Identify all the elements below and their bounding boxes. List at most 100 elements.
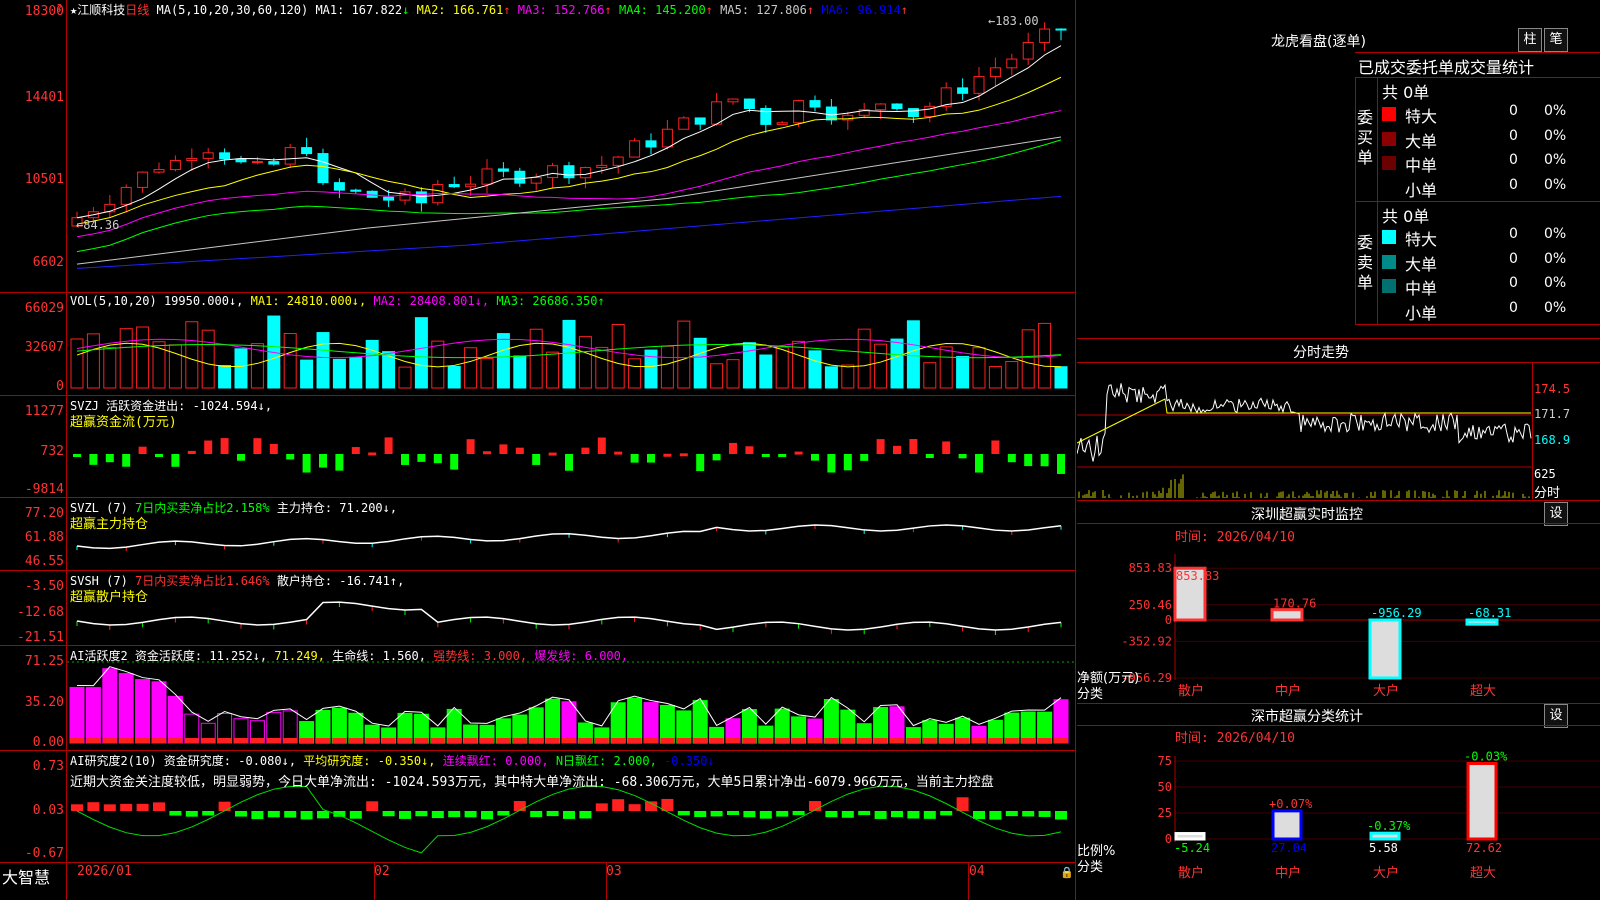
fund-flow-bar <box>253 438 262 454</box>
divider <box>1077 338 1600 339</box>
volume-bar <box>726 359 740 389</box>
chart-area[interactable]: 18300 14401 10501 6602 ? ★江顺科技日线 MA(5,10… <box>0 0 1076 900</box>
research-bar <box>1022 811 1035 817</box>
date-label: 2026/01 <box>77 864 132 879</box>
research-bar <box>448 811 461 818</box>
research-bar <box>464 811 477 818</box>
stats-category: 大户 <box>1373 865 1399 881</box>
candle-body <box>448 184 460 188</box>
candlestick-chart[interactable] <box>67 0 1075 292</box>
research-bar <box>727 811 739 816</box>
ai2-n-day-red: N日飘红: 2.000, <box>555 754 657 768</box>
fund-flow-bar <box>269 443 278 454</box>
fund-flow-bar <box>335 454 344 471</box>
activity-bar <box>545 698 561 744</box>
order-val: 0 <box>1509 176 1518 193</box>
candle-body <box>481 168 493 185</box>
research-bar <box>284 811 297 818</box>
stats-title: 深市超赢分类统计 <box>1251 709 1363 725</box>
candle-body <box>825 106 837 121</box>
research-bar <box>858 811 871 816</box>
activity-base <box>234 738 248 743</box>
ai1-value: 71.249, <box>274 649 325 663</box>
research-bar <box>185 811 198 817</box>
order-val: 0 <box>1509 275 1518 291</box>
intraday-chart[interactable] <box>1077 363 1532 499</box>
volume-bar <box>1021 329 1035 389</box>
order-color-swatch <box>1382 156 1396 170</box>
volume-bar <box>431 340 445 389</box>
monitor-bar-label: -68.31 <box>1468 606 1511 620</box>
intraday-axis-label: 171.7 <box>1534 407 1571 421</box>
vol-axis: 66029 32607 0 <box>0 293 64 395</box>
buy-orders-label: 委买单 <box>1357 108 1374 167</box>
vol-value: 19950.000↓, <box>163 294 244 308</box>
order-name: 小单 <box>1405 180 1438 200</box>
monitor-axis-label: 853.83 <box>1129 561 1172 575</box>
divider <box>1077 523 1600 524</box>
fund-flow-bar <box>105 454 114 463</box>
ai2-header: AI研究度2(10) 资金研究度: -0.080↓, 平均研究度: -0.350… <box>70 752 715 769</box>
volume-bar <box>349 357 363 389</box>
research-bar <box>677 811 690 816</box>
order-pct: 0% <box>1544 152 1567 168</box>
tick-mode-button[interactable]: 笔 <box>1544 28 1568 52</box>
bar-mode-button[interactable]: 柱 <box>1518 28 1542 52</box>
activity-base <box>316 738 330 743</box>
research-bar <box>87 802 100 811</box>
candle-body <box>186 157 198 162</box>
research-bar <box>235 811 247 817</box>
volume-bar <box>283 333 297 389</box>
sell-total: 共 0单 <box>1382 207 1430 226</box>
price-axis-label: 14401 <box>24 90 64 105</box>
volume-bar <box>595 346 609 389</box>
lock-icon[interactable]: 🔒 <box>1060 866 1074 879</box>
candle-body <box>694 117 706 125</box>
ai2-axis-label: 0.03 <box>32 803 64 818</box>
fund-flow-bar <box>991 440 1000 454</box>
order-name: 小单 <box>1405 303 1438 323</box>
fund-flow-bar <box>1057 454 1065 474</box>
fund-flow-bar <box>204 440 213 454</box>
monitor-category: 散户 <box>1178 683 1204 699</box>
activity-base <box>775 738 790 743</box>
candle-body <box>563 165 575 179</box>
volume-bar <box>775 346 789 389</box>
research-bar <box>546 811 559 817</box>
ma-legend-item: MA1: 167.822 <box>315 3 403 17</box>
date-label: 02 <box>374 864 390 879</box>
volume-bar <box>1054 366 1068 389</box>
ai2-commentary: 近期大资金关注度较低，明显弱势，今日大单净流出: -1024.593万元，其中特… <box>70 775 994 790</box>
activity-base <box>168 738 183 743</box>
candle-body <box>579 167 591 179</box>
fund-flow-bar <box>893 445 901 454</box>
fund-flow-bar <box>745 446 754 454</box>
order-name: 中单 <box>1405 279 1438 298</box>
activity-base <box>135 738 150 743</box>
research-bar <box>776 811 789 817</box>
monitor-title: 深圳超赢实时监控 <box>1251 507 1363 523</box>
stats-axis-label: 0 <box>1165 832 1172 846</box>
candle-body <box>957 87 969 94</box>
ma-arrow: ↑ <box>604 3 612 17</box>
stats-value-label: 72.62 <box>1466 841 1502 855</box>
research-bar <box>169 811 182 816</box>
order-name: 特大 <box>1405 230 1438 249</box>
ai2-axis: 0.73 0.03 -0.67 <box>0 751 64 862</box>
period-label[interactable]: 日线 <box>125 3 149 17</box>
volume-bar <box>332 358 346 389</box>
monitor-bar-label: 170.76 <box>1273 597 1316 611</box>
activity-base <box>939 738 954 743</box>
fund-flow-bar <box>729 442 737 454</box>
volume-bar <box>464 347 478 389</box>
activity-base <box>644 738 658 743</box>
activity-base <box>660 738 675 743</box>
candle-body <box>612 156 624 166</box>
research-bar <box>825 811 838 818</box>
activity-bar <box>118 673 134 744</box>
activity-base <box>512 738 527 743</box>
monitor-axis-label: 250.46 <box>1129 598 1172 612</box>
volume-chart[interactable] <box>67 293 1075 395</box>
ma-legend-item: MA4: 145.200 <box>618 3 706 17</box>
fund-flow-bar <box>220 438 229 454</box>
